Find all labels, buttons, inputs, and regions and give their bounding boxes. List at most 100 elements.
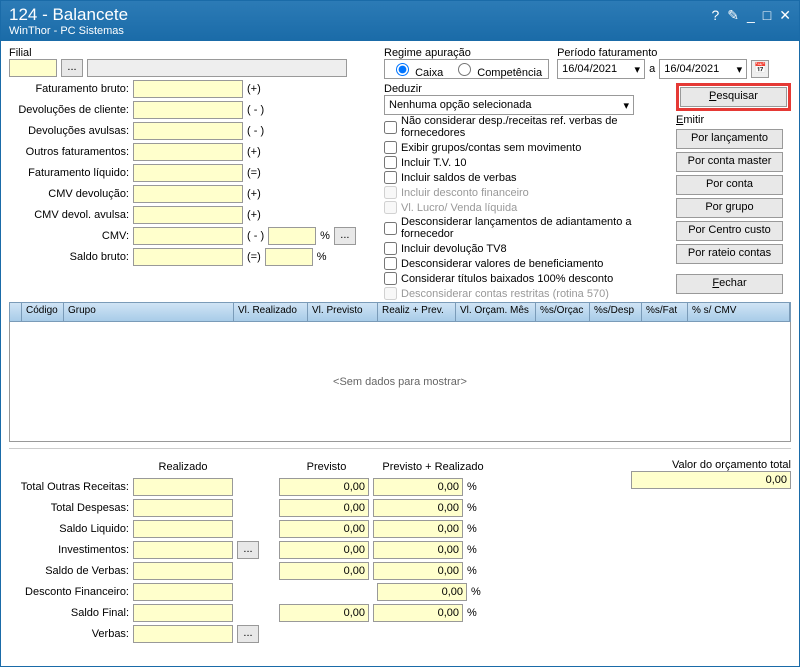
orcamento-total-input[interactable] [631, 471, 791, 489]
minimize-icon[interactable]: _ [747, 7, 755, 24]
grid-col-realiz-prev[interactable]: Realiz + Prev. [378, 303, 456, 321]
saldo-liquido-label: Saldo Liquido: [9, 523, 129, 535]
por-rateio-contas-button[interactable]: Por rateio contas [676, 244, 783, 264]
outros-fat-input[interactable] [133, 143, 243, 161]
outras-rec-prev[interactable] [279, 478, 369, 496]
main-window: 124 - Balancete WinThor - PC Sistemas ? … [0, 0, 800, 667]
chk-incluir-saldos-verbas[interactable]: Incluir saldos de verbas [384, 171, 668, 184]
total-despesas-label: Total Despesas: [9, 502, 129, 514]
por-conta-master-button[interactable]: Por conta master [676, 152, 783, 172]
por-lancamento-button[interactable]: Por lançamento [676, 129, 783, 149]
grid-body: <Sem dados para mostrar> [9, 322, 791, 442]
chk-nao-considerar-verbas[interactable]: Não considerar desp./receitas ref. verba… [384, 115, 668, 139]
desc-fin-prevreal[interactable] [377, 583, 467, 601]
deduzir-combo[interactable]: Nenhuma opção selecionada▾ [384, 95, 634, 115]
date-from-input[interactable]: 16/04/2021▾ [557, 59, 645, 79]
saldo-final-prevreal[interactable] [373, 604, 463, 622]
dev-cliente-op: ( - ) [247, 104, 264, 116]
edit-icon[interactable]: ✎ [727, 7, 739, 24]
chk-desconsiderar-adiantamento[interactable]: Desconsiderar lançamentos de adiantament… [384, 216, 668, 240]
verbas-real[interactable] [133, 625, 233, 643]
grid-col-vl-realizado[interactable]: Vl. Realizado [234, 303, 308, 321]
saldo-bruto-pct-input[interactable] [265, 248, 313, 266]
outros-fat-label: Outros faturamentos: [9, 146, 129, 158]
total-outras-rec-real[interactable] [133, 478, 233, 496]
saldo-liq-prevreal[interactable] [373, 520, 463, 538]
saldo-final-real[interactable] [133, 604, 233, 622]
grid-col-vl-previsto[interactable]: Vl. Previsto [308, 303, 378, 321]
filial-label: Filial [9, 47, 374, 59]
date-to-input[interactable]: 16/04/2021▾ [659, 59, 747, 79]
por-grupo-button[interactable]: Por grupo [676, 198, 783, 218]
emitir-label: Emitir [676, 114, 791, 126]
por-conta-button[interactable]: Por conta [676, 175, 783, 195]
grid-col-vl-orcam[interactable]: Vl. Orçam. Mês [456, 303, 536, 321]
fat-bruto-input[interactable] [133, 80, 243, 98]
cmv-pct-label: % [320, 230, 330, 242]
chevron-down-icon: ▾ [623, 99, 629, 112]
dev-cliente-input[interactable] [133, 101, 243, 119]
chk-incluir-tv10[interactable]: Incluir T.V. 10 [384, 156, 668, 169]
invest-prev[interactable] [279, 541, 369, 559]
cmv-browse-button[interactable]: ... [334, 227, 356, 245]
help-icon[interactable]: ? [711, 7, 719, 24]
cmv-pct-input[interactable] [268, 227, 316, 245]
close-icon[interactable]: ✕ [779, 7, 791, 24]
radio-competencia[interactable]: Competência [453, 60, 542, 79]
total-despesas-real[interactable] [133, 499, 233, 517]
fat-liquido-input[interactable] [133, 164, 243, 182]
periodo-label: Período faturamento [557, 47, 769, 59]
saldo-bruto-op: (=) [247, 251, 261, 263]
saldo-verbas-prevreal[interactable] [373, 562, 463, 580]
grid-col-pct-fat[interactable]: %s/Fat [642, 303, 688, 321]
saldo-bruto-input[interactable] [133, 248, 243, 266]
chk-incluir-devolucao-tv8[interactable]: Incluir devolução TV8 [384, 242, 668, 255]
por-centro-custo-button[interactable]: Por Centro custo [676, 221, 783, 241]
cmv-dev-label: CMV devolução: [9, 188, 129, 200]
grid-col-pct-desp[interactable]: %s/Desp [590, 303, 642, 321]
saldo-verbas-real[interactable] [133, 562, 233, 580]
window-title: 124 - Balancete [9, 5, 791, 25]
pesquisar-highlight: Pesquisar [676, 83, 791, 111]
investimentos-browse[interactable]: ... [237, 541, 259, 559]
saldo-liquido-real[interactable] [133, 520, 233, 538]
deduzir-label: Deduzir [384, 83, 668, 95]
saldo-bruto-label: Saldo bruto: [9, 251, 129, 263]
filial-browse-button[interactable]: ... [61, 59, 83, 77]
window-subtitle: WinThor - PC Sistemas [9, 25, 791, 37]
pesquisar-button[interactable]: Pesquisar [680, 87, 787, 107]
grid-col-codigo[interactable]: Código [22, 303, 64, 321]
investimentos-real[interactable] [133, 541, 233, 559]
desconto-fin-real[interactable] [133, 583, 233, 601]
grid-col-pct-orcac[interactable]: %s/Orçac [536, 303, 590, 321]
cmv-input[interactable] [133, 227, 243, 245]
dev-avulsas-input[interactable] [133, 122, 243, 140]
chk-exibir-sem-movimento[interactable]: Exibir grupos/contas sem movimento [384, 141, 668, 154]
grid-col-grupo[interactable]: Grupo [64, 303, 234, 321]
grid-col-selector[interactable] [10, 303, 22, 321]
despesas-prevreal[interactable] [373, 499, 463, 517]
radio-caixa[interactable]: Caixa [391, 60, 443, 79]
verbas-browse[interactable]: ... [237, 625, 259, 643]
saldo-verbas-prev[interactable] [279, 562, 369, 580]
cmv-op: ( - ) [247, 230, 264, 242]
cmv-dev-avulsa-input[interactable] [133, 206, 243, 224]
cmv-dev-input[interactable] [133, 185, 243, 203]
invest-prevreal[interactable] [373, 541, 463, 559]
chk-desconsiderar-beneficiamento[interactable]: Desconsiderar valores de beneficiamento [384, 257, 668, 270]
despesas-prev[interactable] [279, 499, 369, 517]
fechar-button[interactable]: Fechar [676, 274, 783, 294]
fat-liquido-op: (=) [247, 167, 261, 179]
filial-code-input[interactable] [9, 59, 57, 77]
cmv-dev-avulsa-label: CMV devol. avulsa: [9, 209, 129, 221]
grid-col-pct-cmv[interactable]: % s/ CMV [688, 303, 790, 321]
saldo-liq-prev[interactable] [279, 520, 369, 538]
calendar-icon[interactable]: 📅 [751, 60, 769, 78]
saldo-verbas-label: Saldo de Verbas: [9, 565, 129, 577]
maximize-icon[interactable]: □ [763, 7, 771, 24]
outras-rec-prevreal[interactable] [373, 478, 463, 496]
chk-considerar-titulos-baixados[interactable]: Considerar títulos baixados 100% descont… [384, 272, 668, 285]
filial-name-input [87, 59, 347, 77]
saldo-final-prev[interactable] [279, 604, 369, 622]
saldo-bruto-pct-label: % [317, 251, 327, 263]
